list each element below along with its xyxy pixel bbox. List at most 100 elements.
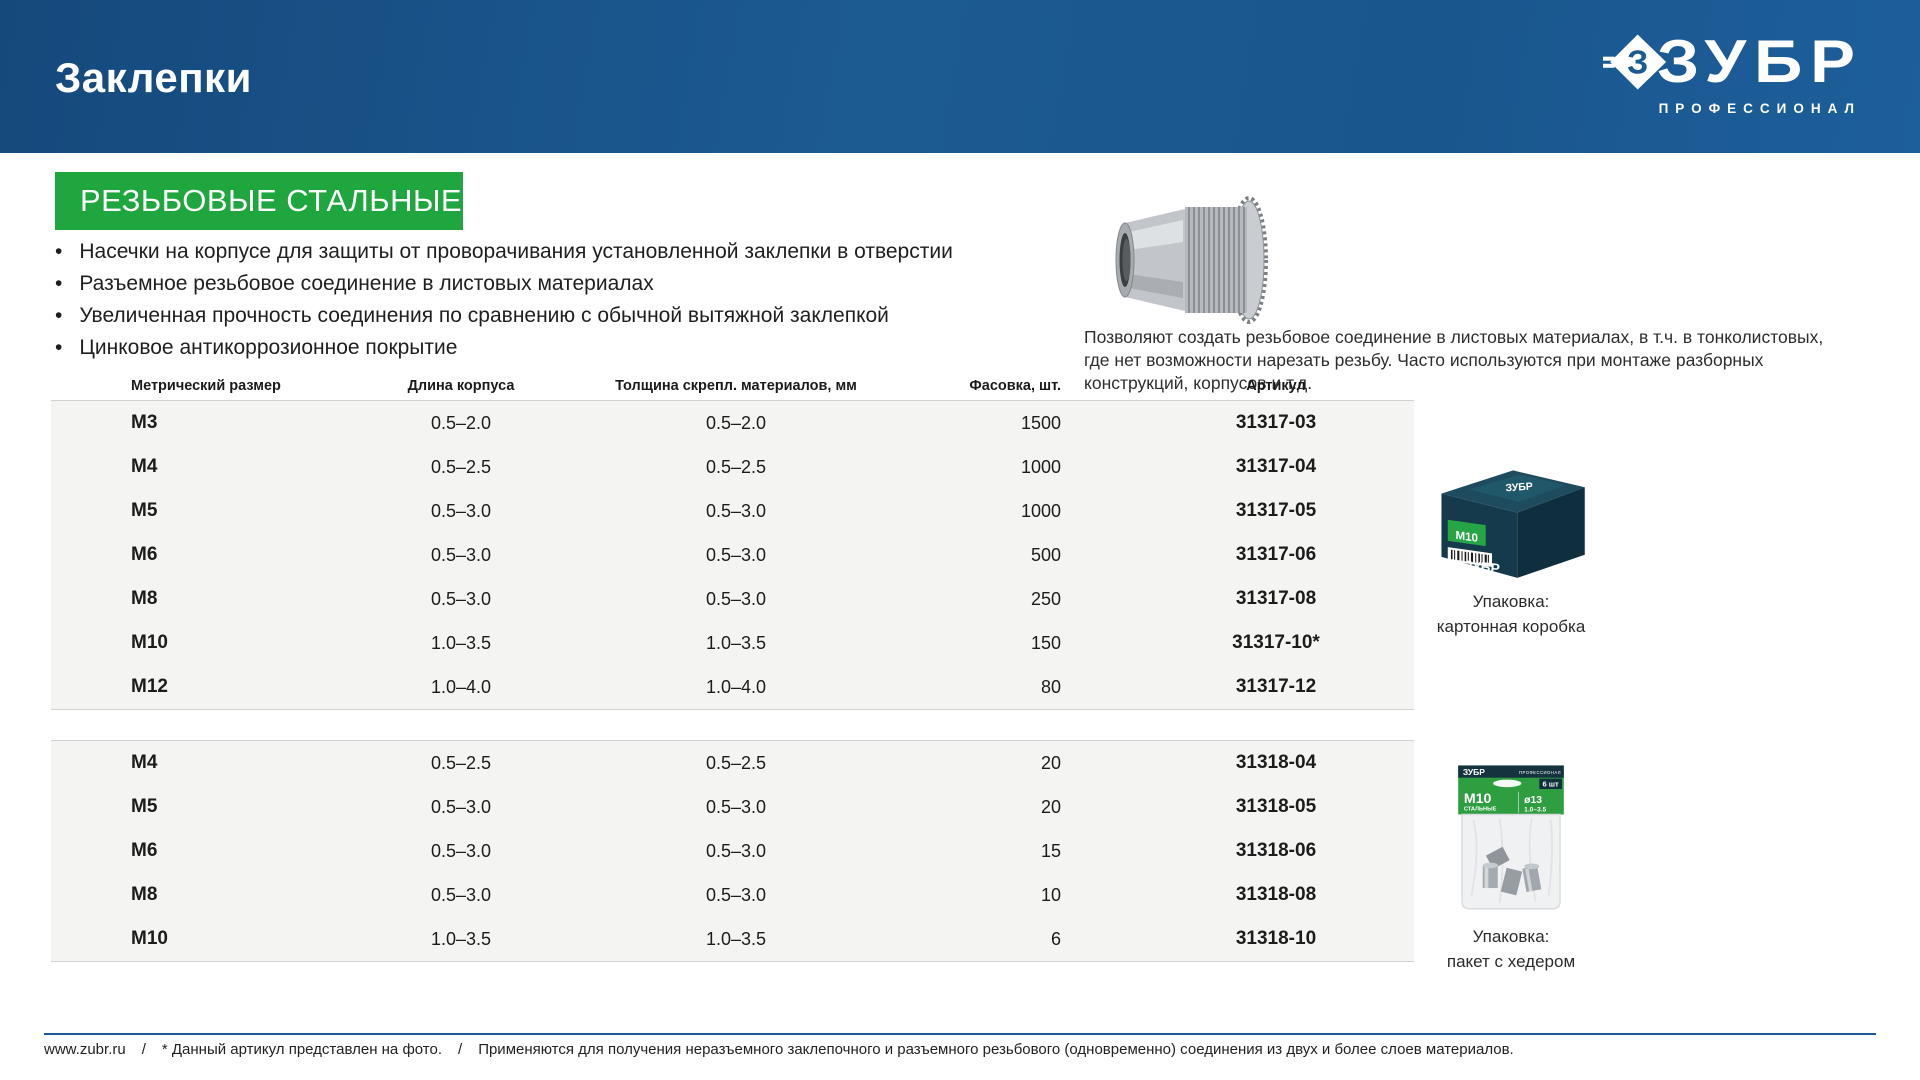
cell-pack-qty: 1000 (881, 501, 1061, 522)
table-row: M3 0.5–2.0 0.5–2.0 1500 31317-03 (51, 401, 1414, 445)
cell-body-length: 0.5–3.0 (331, 501, 591, 522)
cell-article: 31317-10* (1141, 632, 1411, 654)
cell-pack-qty: 500 (881, 545, 1061, 566)
bullet-icon: • (55, 336, 62, 359)
cell-body-length: 0.5–2.5 (331, 753, 591, 774)
bullet-icon: • (55, 304, 62, 327)
bullet-icon: • (55, 272, 62, 295)
footer-note-photo: * Данный артикул представлен на фото. (162, 1041, 442, 1058)
category-badge: РЕЗЬБОВЫЕ СТАЛЬНЫЕ (55, 172, 463, 230)
catalog-page: Заклепки З ЗУБР ПРОФЕССИОНАЛ РЕЗЬБОВЫЕ С… (0, 0, 1920, 1080)
cell-metric-size: M5 (131, 500, 331, 522)
bag-image: ЗУБР ПРОФЕССИОНАЛ 6 шт М10 СТАЛЬНЫЕ ø13 … (1445, 763, 1577, 915)
bag-card-qty: 6 шт (1542, 780, 1559, 789)
feature-item: • Разъемное резьбовое соединение в листо… (55, 272, 1005, 295)
cell-article: 31318-05 (1141, 796, 1411, 818)
cell-metric-size: M10 (131, 632, 331, 654)
column-header-pack-qty: Фасовка, шт. (881, 378, 1061, 394)
cell-body-length: 0.5–2.5 (331, 457, 591, 478)
cell-body-length: 0.5–3.0 (331, 589, 591, 610)
feature-item: • Цинковое антикоррозионное покрытие (55, 336, 1005, 359)
footer-rule (44, 1033, 1876, 1035)
footer-note-usage: Применяются для получения неразъемного з… (478, 1041, 1514, 1058)
cell-article: 31317-03 (1141, 412, 1411, 434)
page-header: Заклепки З ЗУБР ПРОФЕССИОНАЛ (0, 0, 1920, 153)
cell-article: 31317-06 (1141, 544, 1411, 566)
carton-box-image: ЗУБР М10 ЗУБР (1426, 462, 1596, 580)
bag-card-type: СТАЛЬНЫЕ (1464, 807, 1497, 813)
table-header-row: Метрический размер Длина корпуса Толщина… (51, 372, 1414, 400)
column-header-article: Артикул (1141, 378, 1411, 394)
feature-text: Цинковое антикоррозионное покрытие (79, 336, 457, 359)
column-header-body-length: Длина корпуса (331, 378, 591, 394)
brand-subtitle: ПРОФЕССИОНАЛ (1659, 101, 1861, 116)
cell-metric-size: M6 (131, 840, 331, 862)
table-section-31318: M4 0.5–2.5 0.5–2.5 20 31318-04 M5 0.5–3.… (51, 740, 1414, 962)
cell-pack-qty: 1000 (881, 457, 1061, 478)
cell-article: 31317-05 (1141, 500, 1411, 522)
cell-metric-size: M5 (131, 796, 331, 818)
cell-metric-size: M3 (131, 412, 331, 434)
footer-separator: / (458, 1041, 462, 1058)
cell-material-thickness: 0.5–2.5 (591, 457, 881, 478)
table-row: M6 0.5–3.0 0.5–3.0 15 31318-06 (51, 829, 1414, 873)
cell-metric-size: M4 (131, 456, 331, 478)
bag-caption: Упаковка: пакет с хедером (1396, 925, 1626, 974)
cell-material-thickness: 0.5–3.0 (591, 545, 881, 566)
cell-body-length: 1.0–3.5 (331, 929, 591, 950)
cell-material-thickness: 0.5–3.0 (591, 841, 881, 862)
feature-text: Насечки на корпусе для защиты от провора… (79, 240, 952, 263)
footer-separator: / (142, 1041, 146, 1058)
table-row: M8 0.5–3.0 0.5–3.0 10 31318-08 (51, 873, 1414, 917)
cell-material-thickness: 0.5–3.0 (591, 885, 881, 906)
cell-article: 31318-10 (1141, 928, 1411, 950)
footer: www.zubr.ru / * Данный артикул представл… (44, 1041, 1514, 1058)
carton-brand-top: ЗУБР (1505, 481, 1533, 495)
bag-card-diameter: ø13 (1524, 795, 1542, 806)
table-row: M4 0.5–2.5 0.5–2.5 1000 31317-04 (51, 445, 1414, 489)
table-row: M8 0.5–3.0 0.5–3.0 250 31317-08 (51, 577, 1414, 621)
bag-card-brand-sub: ПРОФЕССИОНАЛ (1519, 770, 1561, 775)
cell-pack-qty: 20 (881, 753, 1061, 774)
table-row: M6 0.5–3.0 0.5–3.0 500 31317-06 (51, 533, 1414, 577)
table-section-31317: M3 0.5–2.0 0.5–2.0 1500 31317-03 M4 0.5–… (51, 400, 1414, 710)
cell-metric-size: M12 (131, 676, 331, 698)
cell-material-thickness: 0.5–2.0 (591, 413, 881, 434)
bag-card-range: 1.0–3.5 (1524, 807, 1546, 814)
column-header-material-thickness: Толщина скрепл. материалов, мм (591, 378, 881, 394)
cell-article: 31317-08 (1141, 588, 1411, 610)
cell-body-length: 1.0–3.5 (331, 633, 591, 654)
cell-pack-qty: 1500 (881, 413, 1061, 434)
cell-material-thickness: 0.5–2.5 (591, 753, 881, 774)
category-badge-label: РЕЗЬБОВЫЕ СТАЛЬНЫЕ (80, 183, 462, 219)
feature-text: Разъемное резьбовое соединение в листовы… (79, 272, 653, 295)
bullet-icon: • (55, 240, 62, 263)
table-row: M4 0.5–2.5 0.5–2.5 20 31318-04 (51, 741, 1414, 785)
bag-card-brand: ЗУБР (1463, 767, 1485, 777)
cell-material-thickness: 1.0–3.5 (591, 633, 881, 654)
cell-pack-qty: 80 (881, 677, 1061, 698)
feature-item: • Увеличенная прочность соединения по ср… (55, 304, 1005, 327)
cell-material-thickness: 1.0–4.0 (591, 677, 881, 698)
cell-body-length: 0.5–3.0 (331, 841, 591, 862)
bag-card-size: М10 (1464, 790, 1492, 806)
cell-metric-size: M8 (131, 884, 331, 906)
cell-metric-size: M6 (131, 544, 331, 566)
cell-body-length: 0.5–3.0 (331, 885, 591, 906)
cell-material-thickness: 0.5–3.0 (591, 501, 881, 522)
cell-pack-qty: 20 (881, 797, 1061, 818)
cell-metric-size: M4 (131, 752, 331, 774)
website-link[interactable]: www.zubr.ru (44, 1041, 126, 1058)
cell-pack-qty: 6 (881, 929, 1061, 950)
carton-brand-front: ЗУБР (1464, 558, 1501, 577)
feature-text: Увеличенная прочность соединения по срав… (79, 304, 889, 327)
brand-logo: З ЗУБР ПРОФЕССИОНАЛ (1603, 30, 1863, 116)
cell-article: 31318-04 (1141, 752, 1411, 774)
cell-metric-size: M10 (131, 928, 331, 950)
cell-metric-size: M8 (131, 588, 331, 610)
brand-name: ЗУБР (1657, 32, 1863, 92)
cell-pack-qty: 150 (881, 633, 1061, 654)
zubr-diamond-letter: З (1627, 44, 1648, 82)
cell-material-thickness: 1.0–3.5 (591, 929, 881, 950)
rivet-nut-photo (1105, 194, 1275, 331)
